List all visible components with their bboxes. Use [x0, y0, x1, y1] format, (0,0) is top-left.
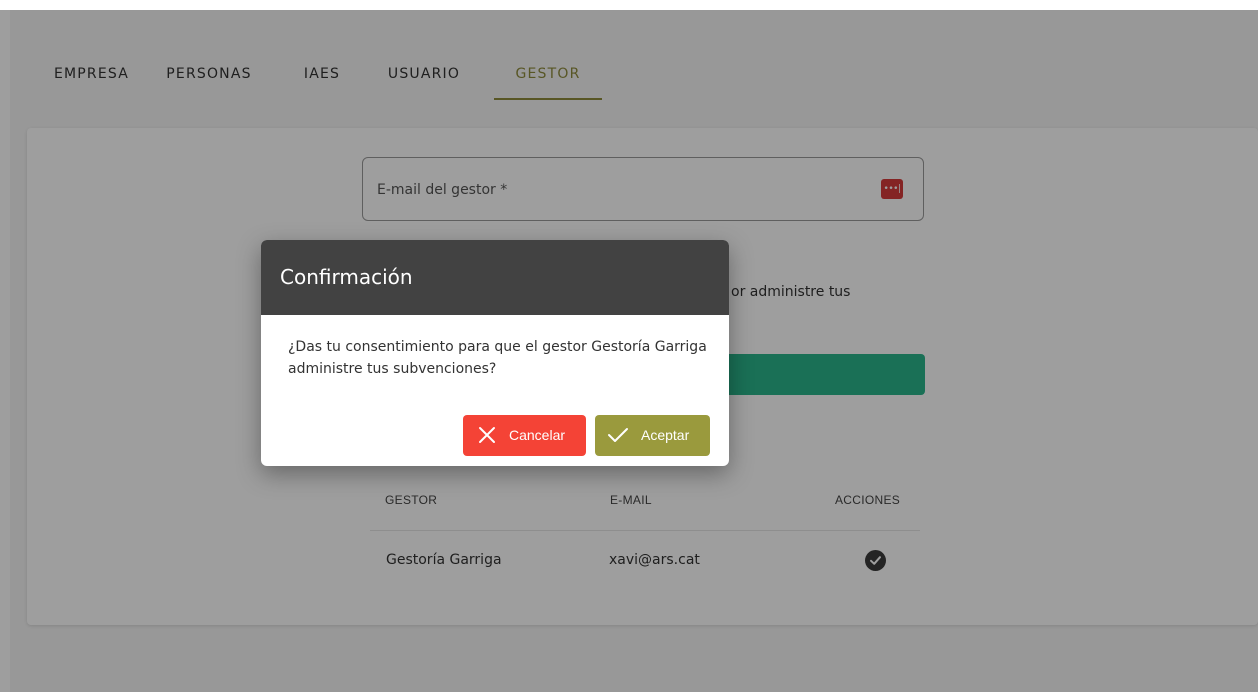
check-icon [607, 426, 629, 447]
dialog-message: ¿Das tu consentimiento para que el gesto… [288, 339, 707, 377]
accept-button[interactable]: Aceptar [595, 415, 710, 456]
cancel-button[interactable]: Cancelar [463, 415, 586, 456]
top-strip [0, 0, 1258, 10]
close-icon [478, 426, 496, 447]
dialog-title: Confirmación [280, 265, 413, 289]
confirmation-dialog: Confirmación ¿Das tu consentimiento para… [261, 240, 729, 466]
cancel-label: Cancelar [509, 427, 566, 443]
accept-label: Aceptar [641, 427, 690, 443]
dialog-header: Confirmación [261, 240, 729, 315]
